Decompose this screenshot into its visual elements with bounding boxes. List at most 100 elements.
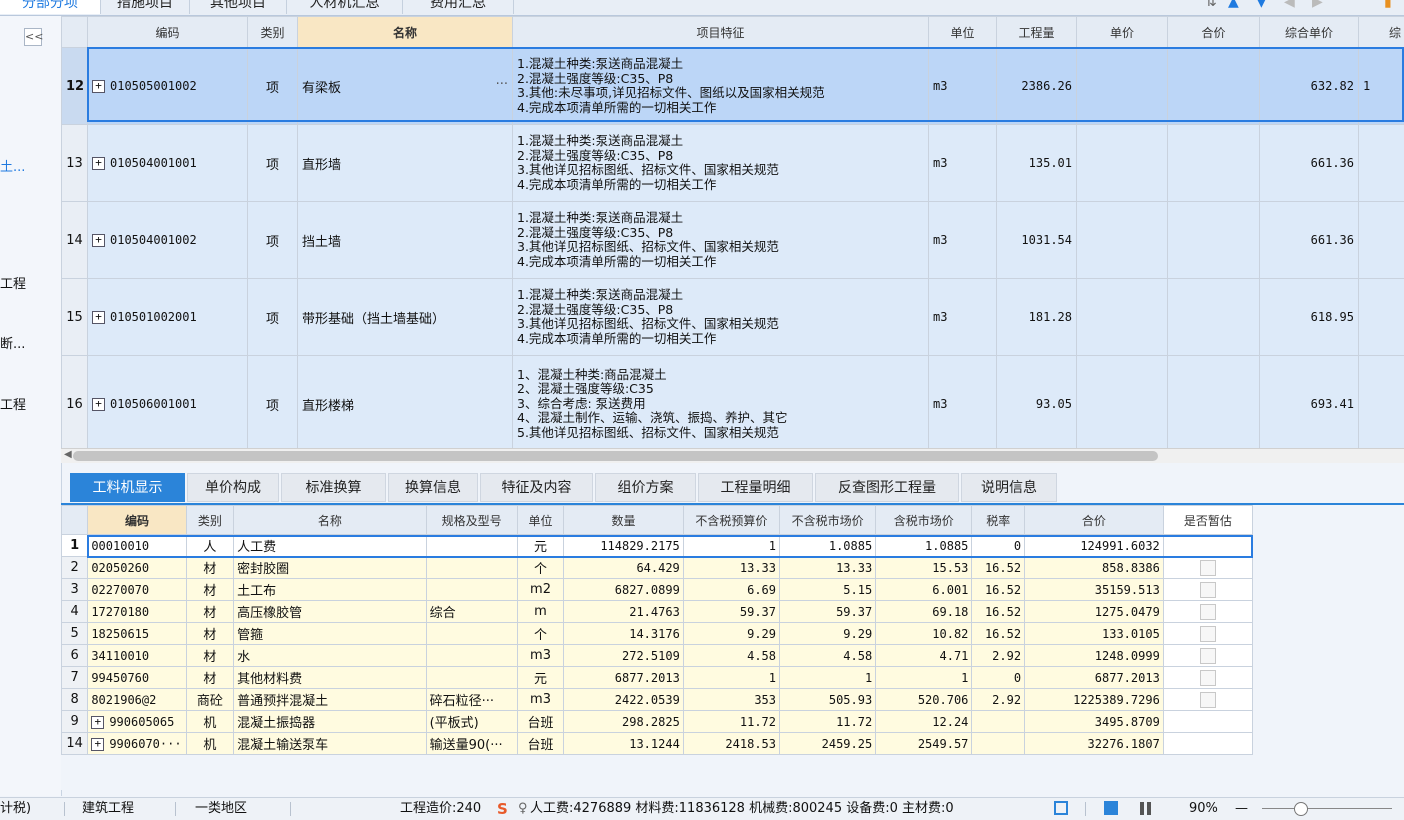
res-qty[interactable]: 64.429 <box>564 557 684 579</box>
item-type[interactable]: 项 <box>248 356 298 449</box>
res-tax-rate[interactable] <box>972 733 1025 755</box>
res-tax-rate[interactable]: 0 <box>972 535 1025 557</box>
item-price[interactable] <box>1077 202 1168 279</box>
res-code[interactable]: 18250615 <box>88 623 186 645</box>
res-estimated[interactable] <box>1163 535 1252 557</box>
item-name[interactable]: 有梁板 <box>302 81 341 96</box>
collapse-sidebar-button[interactable]: << <box>24 28 42 46</box>
scroll-left-icon[interactable]: ◀ <box>64 449 72 460</box>
item-unit[interactable]: m3 <box>929 48 997 125</box>
table-row[interactable]: 6 34110010 材 水 m3 272.5109 4.58 4.58 4.7… <box>62 645 1253 667</box>
status-project-type[interactable]: 建筑工程 <box>82 798 134 820</box>
res-qty[interactable]: 272.5109 <box>564 645 684 667</box>
col-market[interactable]: 不含税市场价 <box>780 506 876 535</box>
expand-icon[interactable]: + <box>91 716 104 729</box>
item-comp-total[interactable] <box>1359 356 1404 449</box>
col-name[interactable]: 名称 <box>234 506 426 535</box>
more-icon[interactable]: ··· <box>496 77 508 92</box>
estimated-checkbox[interactable] <box>1200 560 1216 576</box>
table-row[interactable]: 16 +010506001001 项 直形楼梯 1、混凝土种类:商品混凝土 2、… <box>62 356 1404 449</box>
res-type[interactable]: 机 <box>186 733 234 755</box>
res-unit[interactable]: m <box>517 601 564 623</box>
item-comp-price[interactable]: 632.82 <box>1260 48 1359 125</box>
res-spec[interactable]: 综合 <box>426 601 517 623</box>
res-unit[interactable]: m2 <box>517 579 564 601</box>
arrow-left-icon[interactable]: ◀ <box>1284 0 1295 10</box>
table-row[interactable]: 5 18250615 材 管箍 个 14.3176 9.29 9.29 10.8… <box>62 623 1253 645</box>
res-unit[interactable]: 台班 <box>517 711 564 733</box>
item-features[interactable]: 1.混凝土种类:泵送商品混凝土 2.混凝土强度等级:C35、P8 3.其他:未尽… <box>513 48 929 125</box>
res-unit[interactable]: 元 <box>517 667 564 689</box>
res-market[interactable]: 4.58 <box>780 645 876 667</box>
res-market-tax[interactable]: 1 <box>876 667 972 689</box>
col-spec[interactable]: 规格及型号 <box>426 506 517 535</box>
col-unit[interactable]: 单位 <box>517 506 564 535</box>
sidebar-item-3[interactable]: 断... <box>0 333 25 352</box>
res-spec[interactable]: 输送量90(··· <box>426 733 517 755</box>
col-qty[interactable]: 数量 <box>564 506 684 535</box>
col-type[interactable]: 类别 <box>186 506 234 535</box>
item-total[interactable] <box>1168 356 1260 449</box>
col-price[interactable]: 单价 <box>1077 17 1168 48</box>
res-total[interactable]: 3495.8709 <box>1025 711 1164 733</box>
item-unit[interactable]: m3 <box>929 125 997 202</box>
res-market[interactable]: 2459.25 <box>780 733 876 755</box>
res-qty[interactable]: 21.4763 <box>564 601 684 623</box>
res-market[interactable]: 5.15 <box>780 579 876 601</box>
res-type[interactable]: 机 <box>186 711 234 733</box>
item-type[interactable]: 项 <box>248 48 298 125</box>
table-row[interactable]: 4 17270180 材 高压橡胶管 综合 m 21.4763 59.37 59… <box>62 601 1253 623</box>
res-type[interactable]: 材 <box>186 645 234 667</box>
res-tax-rate[interactable]: 2.92 <box>972 645 1025 667</box>
res-code[interactable]: 990605065 <box>109 715 174 729</box>
res-market[interactable]: 1.0885 <box>780 535 876 557</box>
res-tax-rate[interactable]: 16.52 <box>972 579 1025 601</box>
res-tax-rate[interactable]: 2.92 <box>972 689 1025 711</box>
expand-icon[interactable]: + <box>92 157 105 170</box>
res-qty[interactable]: 2422.0539 <box>564 689 684 711</box>
layout-columns-icon[interactable] <box>1140 802 1151 815</box>
tool-icon[interactable]: ▮ <box>1384 0 1392 10</box>
item-type[interactable]: 项 <box>248 279 298 356</box>
sidebar-item-4[interactable]: 工程 <box>0 394 26 413</box>
res-budget[interactable]: 1 <box>683 667 779 689</box>
res-name[interactable]: 其他材料费 <box>234 667 426 689</box>
item-features[interactable]: 1.混凝土种类:泵送商品混凝土 2.混凝土强度等级:C35、P8 3.其他详见招… <box>513 279 929 356</box>
zoom-slider-thumb[interactable] <box>1294 802 1308 816</box>
res-spec[interactable]: 碎石粒径··· <box>426 689 517 711</box>
table-row[interactable]: 15 +010501002001 项 带形基础（挡土墙基础） 1.混凝土种类:泵… <box>62 279 1404 356</box>
item-total[interactable] <box>1168 125 1260 202</box>
item-qty[interactable]: 93.05 <box>997 356 1077 449</box>
item-code[interactable]: 010506001001 <box>110 397 197 411</box>
tab-reverse-qty[interactable]: 反查图形工程量 <box>815 473 959 502</box>
res-spec[interactable]: (平板式) <box>426 711 517 733</box>
table-row[interactable]: 2 02050260 材 密封胶圈 个 64.429 13.33 13.33 1… <box>62 557 1253 579</box>
col-estimated[interactable]: 是否暂估 <box>1163 506 1252 535</box>
item-price[interactable] <box>1077 356 1168 449</box>
item-name[interactable]: 挡土墙 <box>298 202 513 279</box>
sidebar-item-1[interactable]: 土... <box>0 156 25 175</box>
item-qty[interactable]: 181.28 <box>997 279 1077 356</box>
col-name[interactable]: 名称 <box>298 17 513 48</box>
res-budget[interactable]: 353 <box>683 689 779 711</box>
item-features[interactable]: 1、混凝土种类:商品混凝土 2、混凝土强度等级:C35 3、综合考虑: 泵送费用… <box>513 356 929 449</box>
res-budget[interactable]: 9.29 <box>683 623 779 645</box>
estimated-checkbox[interactable] <box>1200 626 1216 642</box>
res-spec[interactable] <box>426 535 517 557</box>
tab-cuoshi[interactable]: 措施项目 <box>101 0 190 14</box>
item-total[interactable] <box>1168 48 1260 125</box>
table-row[interactable]: 14 +010504001002 项 挡土墙 1.混凝土种类:泵送商品混凝土 2… <box>62 202 1404 279</box>
res-spec[interactable] <box>426 623 517 645</box>
tab-notes[interactable]: 说明信息 <box>961 473 1057 502</box>
arrow-right-icon[interactable]: ▶ <box>1312 0 1323 10</box>
table-row[interactable]: 3 02270070 材 土工布 m2 6827.0899 6.69 5.15 … <box>62 579 1253 601</box>
res-spec[interactable] <box>426 579 517 601</box>
item-name[interactable]: 直形楼梯 <box>298 356 513 449</box>
res-total[interactable]: 32276.1807 <box>1025 733 1164 755</box>
col-code[interactable]: 编码 <box>88 506 186 535</box>
res-name[interactable]: 水 <box>234 645 426 667</box>
item-total[interactable] <box>1168 279 1260 356</box>
res-market-tax[interactable]: 12.24 <box>876 711 972 733</box>
res-type[interactable]: 材 <box>186 557 234 579</box>
table-row[interactable]: 7 99450760 材 其他材料费 元 6877.2013 1 1 1 0 6… <box>62 667 1253 689</box>
